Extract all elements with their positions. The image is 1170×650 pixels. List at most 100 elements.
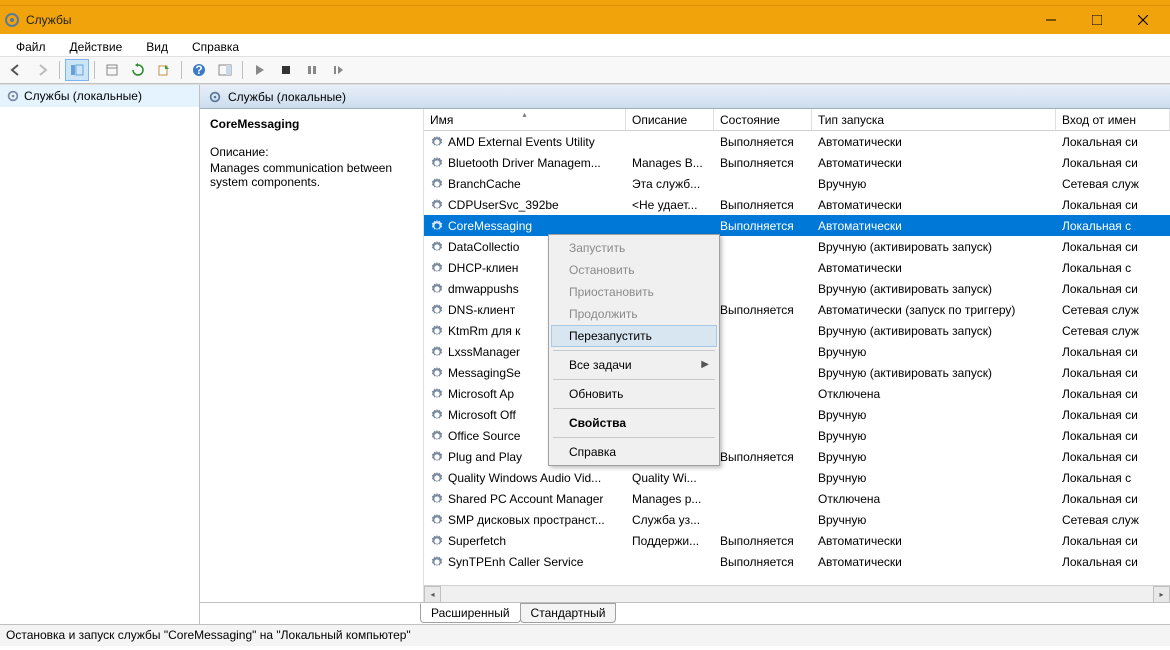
ctx-separator bbox=[553, 437, 715, 438]
table-row[interactable]: CoreMessagingВыполняетсяАвтоматическиЛок… bbox=[424, 215, 1170, 236]
service-desc: Поддержи... bbox=[626, 534, 714, 548]
service-desc: Manages p... bbox=[626, 492, 714, 506]
service-start: Автоматически bbox=[812, 198, 1056, 212]
service-state: Выполняется bbox=[714, 450, 812, 464]
help-button[interactable]: ? bbox=[187, 59, 211, 81]
back-button[interactable] bbox=[4, 59, 28, 81]
forward-button[interactable] bbox=[30, 59, 54, 81]
ctx-stop[interactable]: Остановить bbox=[551, 259, 717, 281]
gear-icon bbox=[430, 345, 444, 359]
gear-icon bbox=[430, 240, 444, 254]
horizontal-scrollbar[interactable]: ◂ ▸ bbox=[424, 585, 1170, 602]
service-logon: Сетевая служ bbox=[1056, 513, 1170, 527]
ctx-refresh[interactable]: Обновить bbox=[551, 383, 717, 405]
table-row[interactable]: BranchCacheЭта служб...ВручнуюСетевая сл… bbox=[424, 173, 1170, 194]
ctx-pause[interactable]: Приостановить bbox=[551, 281, 717, 303]
ctx-resume[interactable]: Продолжить bbox=[551, 303, 717, 325]
table-row[interactable]: Shared PC Account ManagerManages p...Отк… bbox=[424, 488, 1170, 509]
ctx-separator bbox=[553, 379, 715, 380]
col-state[interactable]: Состояние bbox=[714, 109, 812, 130]
ctx-start[interactable]: Запустить bbox=[551, 237, 717, 259]
menu-action[interactable]: Действие bbox=[60, 38, 133, 56]
restart-button[interactable] bbox=[326, 59, 350, 81]
action-pane-button[interactable] bbox=[213, 59, 237, 81]
ctx-restart[interactable]: Перезапустить bbox=[551, 325, 717, 347]
service-logon: Локальная си bbox=[1056, 135, 1170, 149]
menu-file[interactable]: Файл bbox=[6, 38, 56, 56]
col-startup-type[interactable]: Тип запуска bbox=[812, 109, 1056, 130]
table-row[interactable]: SynTPEnh Caller ServiceВыполняетсяАвтома… bbox=[424, 551, 1170, 572]
table-row[interactable]: Office SourceВручнуюЛокальная си bbox=[424, 425, 1170, 446]
tree-node-local-services[interactable]: Службы (локальные) bbox=[0, 85, 199, 107]
stop-button[interactable] bbox=[274, 59, 298, 81]
table-row[interactable]: DataCollectioВручную (активировать запус… bbox=[424, 236, 1170, 257]
window-title: Службы bbox=[26, 13, 71, 27]
table-row[interactable]: MessagingSeВручную (активировать запуск)… bbox=[424, 362, 1170, 383]
service-logon: Локальная си bbox=[1056, 492, 1170, 506]
service-state: Выполняется bbox=[714, 303, 812, 317]
service-name: Bluetooth Driver Managem... bbox=[448, 156, 601, 170]
service-name: Shared PC Account Manager bbox=[448, 492, 603, 506]
table-row[interactable]: KtmRm для кВручную (активировать запуск)… bbox=[424, 320, 1170, 341]
service-desc: Manages B... bbox=[626, 156, 714, 170]
menu-help[interactable]: Справка bbox=[182, 38, 249, 56]
service-logon: Локальная си bbox=[1056, 156, 1170, 170]
table-row[interactable]: SuperfetchПоддержи...ВыполняетсяАвтомати… bbox=[424, 530, 1170, 551]
table-row[interactable]: AMD External Events UtilityВыполняетсяАв… bbox=[424, 131, 1170, 152]
service-logon: Локальная си bbox=[1056, 366, 1170, 380]
table-row[interactable]: Microsoft ApОтключенаЛокальная си bbox=[424, 383, 1170, 404]
gear-icon bbox=[430, 156, 444, 170]
close-button[interactable] bbox=[1120, 6, 1166, 34]
show-hide-tree-button[interactable] bbox=[65, 59, 89, 81]
gear-icon bbox=[430, 198, 444, 212]
title-bar: Службы bbox=[0, 6, 1170, 34]
pause-button[interactable] bbox=[300, 59, 324, 81]
ctx-all-tasks[interactable]: Все задачи▶ bbox=[551, 354, 717, 376]
service-name: Plug and Play bbox=[448, 450, 522, 464]
detail-panel: CoreMessaging Описание: Manages communic… bbox=[200, 109, 424, 602]
service-start: Автоматически bbox=[812, 555, 1056, 569]
scroll-left-button[interactable]: ◂ bbox=[424, 586, 441, 603]
table-row[interactable]: dmwappushsВручную (активировать запуск)Л… bbox=[424, 278, 1170, 299]
gear-icon bbox=[430, 135, 444, 149]
table-row[interactable]: Microsoft OffВручнуюЛокальная си bbox=[424, 404, 1170, 425]
service-state: Выполняется bbox=[714, 555, 812, 569]
minimize-button[interactable] bbox=[1028, 6, 1074, 34]
tab-standard[interactable]: Стандартный bbox=[520, 603, 617, 623]
table-row[interactable]: DHCP-клиенАвтоматическиЛокальная с bbox=[424, 257, 1170, 278]
service-start: Вручную bbox=[812, 429, 1056, 443]
gear-icon bbox=[430, 177, 444, 191]
service-logon: Сетевая служ bbox=[1056, 324, 1170, 338]
service-state: Выполняется bbox=[714, 156, 812, 170]
menu-view[interactable]: Вид bbox=[136, 38, 178, 56]
ctx-properties[interactable]: Свойства bbox=[551, 412, 717, 434]
export-button[interactable] bbox=[152, 59, 176, 81]
ctx-separator bbox=[553, 350, 715, 351]
table-row[interactable]: CDPUserSvc_392be<Не удает...ВыполняетсяА… bbox=[424, 194, 1170, 215]
ctx-help[interactable]: Справка bbox=[551, 441, 717, 463]
service-logon: Локальная си bbox=[1056, 198, 1170, 212]
service-logon: Сетевая служ bbox=[1056, 303, 1170, 317]
play-button[interactable] bbox=[248, 59, 272, 81]
gear-icon bbox=[430, 534, 444, 548]
col-name[interactable]: Имя▴ bbox=[424, 109, 626, 130]
service-start: Автоматически bbox=[812, 261, 1056, 275]
maximize-button[interactable] bbox=[1074, 6, 1120, 34]
service-state: Выполняется bbox=[714, 198, 812, 212]
description-label: Описание: bbox=[210, 145, 413, 159]
service-desc: Quality Wi... bbox=[626, 471, 714, 485]
table-row[interactable]: Quality Windows Audio Vid...Quality Wi..… bbox=[424, 467, 1170, 488]
col-logon[interactable]: Вход от имен bbox=[1056, 109, 1170, 130]
table-row[interactable]: Plug and PlayВыполняетсяВручнуюЛокальная… bbox=[424, 446, 1170, 467]
table-row[interactable]: DNS-клиентВыполняетсяАвтоматически (запу… bbox=[424, 299, 1170, 320]
refresh-button[interactable] bbox=[126, 59, 150, 81]
pane-header: Службы (локальные) bbox=[200, 85, 1170, 109]
properties-button[interactable] bbox=[100, 59, 124, 81]
table-row[interactable]: LxssManagerВручнуюЛокальная си bbox=[424, 341, 1170, 362]
status-text: Остановка и запуск службы "CoreMessaging… bbox=[6, 628, 411, 642]
tab-extended[interactable]: Расширенный bbox=[420, 603, 521, 623]
table-row[interactable]: Bluetooth Driver Managem... Manages B...В… bbox=[424, 152, 1170, 173]
scroll-right-button[interactable]: ▸ bbox=[1153, 586, 1170, 603]
col-description[interactable]: Описание bbox=[626, 109, 714, 130]
table-row[interactable]: SMP дисковых пространст...Служба уз...Вр… bbox=[424, 509, 1170, 530]
